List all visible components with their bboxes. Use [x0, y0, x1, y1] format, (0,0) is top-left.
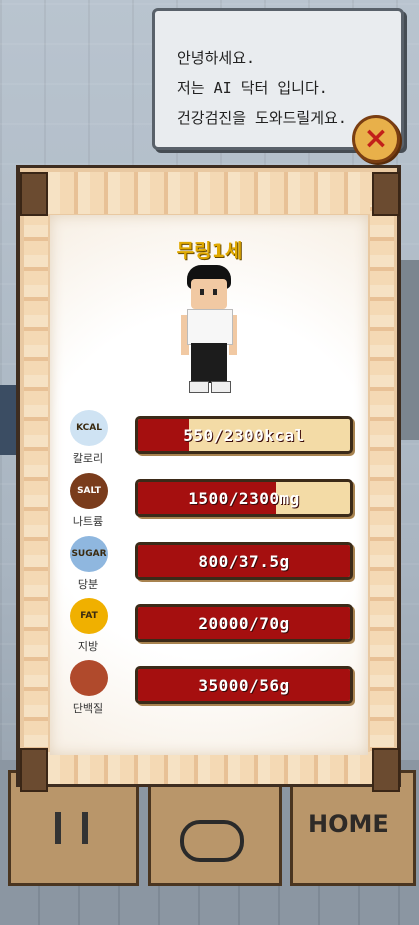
stat-row: SALT 나트륨 1500/2300mg — [60, 473, 360, 533]
stat-label: 나트륨 — [72, 515, 104, 528]
stat-value-text: 35000/56g — [198, 675, 290, 695]
avatar-pants — [191, 343, 227, 383]
avatar-shirt — [187, 309, 233, 345]
panel-corner — [20, 748, 48, 792]
background-shelf — [401, 260, 419, 440]
stat-label: 지방 — [77, 640, 99, 653]
meat-icon — [70, 660, 108, 696]
stat-row: SUGAR 당분 800/37.5g — [60, 536, 360, 596]
panel-right-plank — [370, 205, 394, 765]
stat-progress-bar: 35000/56g — [135, 666, 353, 704]
stat-progress-bar: 20000/70g — [135, 604, 353, 642]
panel-left-plank — [24, 205, 48, 765]
character-avatar — [181, 265, 237, 393]
panel-bottom-plank — [30, 752, 388, 784]
close-icon: × — [363, 121, 389, 156]
home-label: HOME — [308, 810, 389, 838]
kcal-icon: KCAL — [70, 410, 108, 446]
panel-corner — [372, 172, 400, 216]
stat-value-text: 1500/2300mg — [188, 488, 300, 508]
salt-icon: SALT — [70, 473, 108, 509]
avatar-face — [191, 279, 227, 309]
stat-value-text: 20000/70g — [198, 613, 290, 633]
sugar-icon: SUGAR — [70, 536, 108, 572]
crutch-icon — [55, 812, 61, 844]
stat-progress-bar: 800/37.5g — [135, 542, 353, 580]
stat-row: KCAL 칼로리 550/2300kcal — [60, 410, 360, 470]
stat-row: 단백질 35000/56g — [60, 660, 360, 720]
panel-corner — [372, 748, 400, 792]
speech-text: 안녕하세요. 저는 AI 닥터 입니다. 건강검진을 도와드릴게요. — [177, 49, 347, 127]
fat-icon: FAT — [70, 598, 108, 634]
stethoscope-icon — [180, 820, 244, 862]
stat-value-text: 800/37.5g — [198, 551, 290, 571]
panel-top-plank — [30, 172, 388, 214]
close-button[interactable]: × — [352, 115, 400, 163]
stat-progress-bar: 550/2300kcal — [135, 416, 353, 454]
stat-label: 당분 — [77, 578, 99, 591]
panel-corner — [20, 172, 48, 216]
crutch-icon — [82, 812, 88, 844]
stat-value-text: 550/2300kcal — [183, 425, 305, 445]
background-window — [0, 385, 16, 455]
stat-progress-bar: 1500/2300mg — [135, 479, 353, 517]
stat-row: FAT 지방 20000/70g — [60, 598, 360, 658]
stat-label: 칼로리 — [72, 452, 104, 465]
stat-label: 단백질 — [72, 702, 104, 715]
character-name: 무링1세 — [176, 240, 243, 262]
